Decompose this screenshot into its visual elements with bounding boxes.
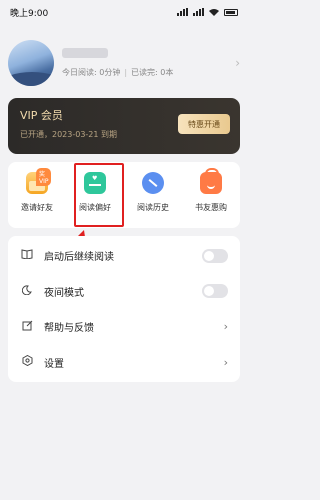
resume-reading-toggle[interactable] [202, 248, 228, 263]
shortcut-label: 阅读历史 [137, 203, 169, 212]
setting-night-mode[interactable]: 夜间模式 [8, 274, 240, 310]
reading-preference-icon [84, 172, 106, 194]
shortcut-reading-history[interactable]: 阅读历史 [124, 162, 182, 228]
shortcut-label: 邀请好友 [21, 203, 53, 212]
signal-icon-2 [193, 8, 204, 16]
status-bar: 晚上9:00 [0, 0, 248, 24]
status-icons [177, 8, 238, 16]
setting-resume-reading[interactable]: 启动后继续阅读 [8, 238, 240, 274]
setting-settings[interactable]: 设置 › [8, 345, 240, 381]
setting-help-feedback[interactable]: 帮助与反馈 › [8, 309, 240, 345]
shortcut-reading-preference[interactable]: 阅读偏好 [66, 162, 124, 228]
reading-today: 今日阅读: 0分钟 [62, 68, 121, 77]
shortcut-grid: 奖VIP 邀请好友 阅读偏好 阅读历史 书友惠购 [8, 162, 240, 228]
vip-reward-badge: 奖VIP [36, 168, 52, 186]
chevron-right-icon[interactable]: › [235, 56, 240, 70]
vip-open-button[interactable]: 特惠开通 [178, 114, 230, 134]
vip-card[interactable]: VIP 会员 已开通，2023-03-21 到期 特惠开通 [8, 98, 240, 154]
shopping-bag-icon [200, 168, 222, 194]
settings-icon [20, 355, 34, 369]
setting-label: 夜间模式 [44, 287, 84, 299]
shortcut-bookfriend-shopping[interactable]: 书友惠购 [182, 162, 240, 228]
book-icon [20, 249, 34, 262]
setting-label: 设置 [44, 358, 64, 370]
stats-separator: | [124, 68, 128, 77]
chevron-right-icon: › [223, 355, 228, 369]
reading-history-icon [142, 172, 164, 194]
shortcut-label: 阅读偏好 [79, 203, 111, 212]
setting-label: 帮助与反馈 [44, 323, 94, 335]
shortcut-label: 书友惠购 [195, 203, 227, 212]
status-time: 晚上9:00 [10, 8, 49, 19]
reading-stats: 今日阅读: 0分钟 | 已读完: 0本 [62, 67, 235, 78]
avatar[interactable] [8, 40, 54, 86]
battery-icon [224, 8, 238, 16]
moon-icon [20, 285, 34, 298]
shortcut-invite-friends[interactable]: 奖VIP 邀请好友 [8, 162, 66, 228]
profile-header[interactable]: 今日阅读: 0分钟 | 已读完: 0本 › [8, 40, 240, 86]
chevron-right-icon: › [223, 320, 228, 334]
username-blurred [62, 48, 108, 58]
gift-envelope-icon: 奖VIP [26, 168, 52, 194]
wifi-icon [209, 9, 219, 16]
edit-icon [20, 320, 34, 334]
signal-icon [177, 8, 188, 16]
setting-label: 启动后继续阅读 [44, 252, 114, 264]
night-mode-toggle[interactable] [202, 284, 228, 299]
settings-list: 启动后继续阅读 夜间模式 帮助与反馈 › 设置 › [8, 236, 240, 382]
read-complete: 已读完: 0本 [131, 68, 174, 77]
